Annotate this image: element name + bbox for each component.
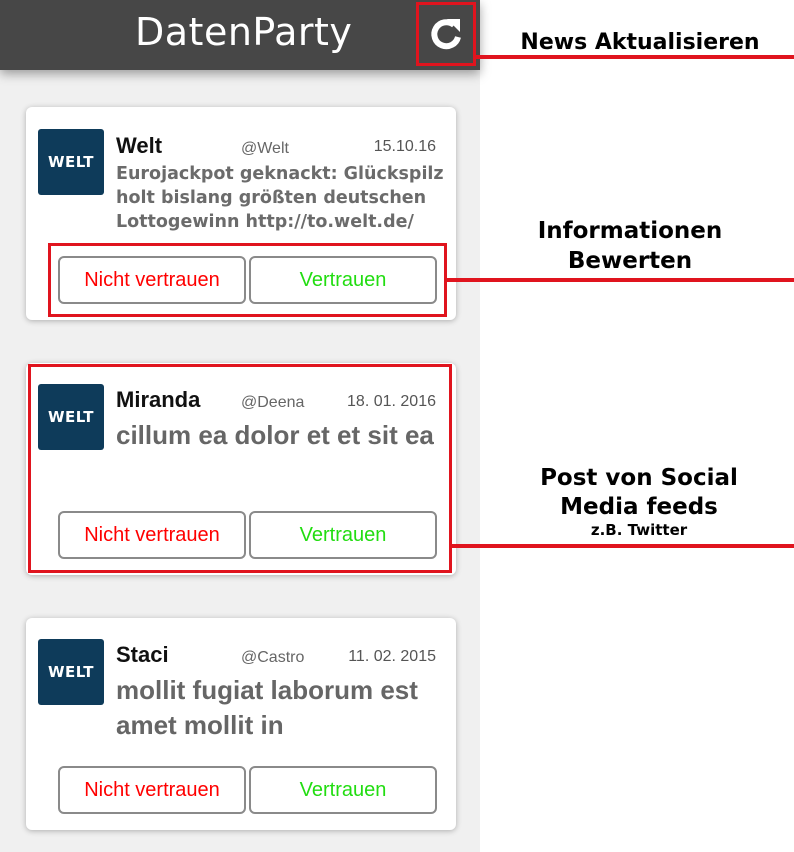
post-date: 15.10.16 — [373, 138, 436, 155]
trust-button[interactable]: Vertrauen — [249, 766, 437, 814]
post-text: Eurojackpot geknackt: Glückspilz holt bi… — [116, 164, 444, 232]
logo-text: WELT — [47, 663, 95, 681]
annotation-rating: Informationen Bewerten — [500, 216, 760, 276]
post-author: Staci — [116, 642, 169, 667]
post-handle: @Castro — [241, 649, 305, 666]
rating-leader-line — [447, 278, 794, 282]
refresh-leader-line — [476, 55, 794, 59]
annotation-post-line2: Media feeds — [560, 494, 718, 520]
app-header: DatenParty — [0, 0, 480, 70]
annotation-rating-line1: Informationen — [537, 218, 723, 244]
annotation-post: Post von Social Media feeds z.B. Twitter — [500, 464, 778, 538]
post-date: 11. 02. 2015 — [348, 648, 436, 665]
refresh-button[interactable] — [416, 2, 476, 66]
publisher-logo: WELT — [38, 129, 104, 195]
annotation-rating-line2: Bewerten — [567, 248, 693, 274]
annotation-post-line1: Post von Social — [540, 465, 738, 491]
post-card: WELT Staci @Castro 11. 02. 2015 mollit f… — [26, 618, 456, 830]
post-author: Welt — [116, 133, 163, 158]
refresh-icon — [431, 19, 461, 50]
rating-highlight-box — [48, 243, 447, 317]
app-title: DatenParty — [135, 10, 353, 54]
post-handle: @Welt — [241, 140, 289, 157]
annotation-post-line3: z.B. Twitter — [590, 521, 688, 539]
distrust-button[interactable]: Nicht vertrauen — [58, 766, 246, 814]
post-leader-line — [452, 544, 794, 548]
post-text: mollit fugiat laborum est amet mollit in — [116, 675, 418, 740]
logo-text: WELT — [47, 153, 95, 171]
annotation-refresh: News Aktualisieren — [520, 30, 760, 55]
post-highlight-box — [28, 364, 452, 573]
publisher-logo: WELT — [38, 639, 104, 705]
